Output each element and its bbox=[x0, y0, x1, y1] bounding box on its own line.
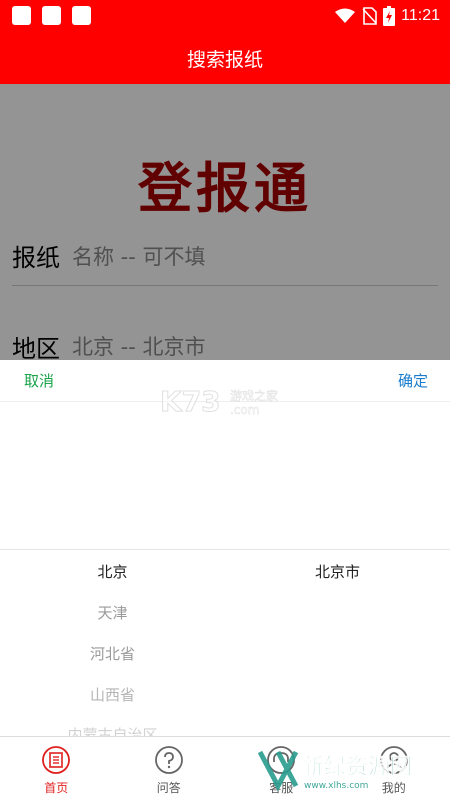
tab-label: 问答 bbox=[156, 781, 181, 795]
watermark-domain: www.xlhs.com bbox=[304, 781, 368, 791]
province-option[interactable]: 山西省 bbox=[0, 684, 225, 705]
battery-charging-icon bbox=[383, 6, 396, 26]
svg-text:K73: K73 bbox=[160, 385, 221, 418]
province-option[interactable]: 天津 bbox=[0, 602, 225, 623]
tab-label: 首页 bbox=[44, 781, 69, 795]
province-option[interactable]: 北京 bbox=[0, 561, 225, 582]
tab-home[interactable]: 首页 bbox=[0, 737, 113, 800]
modal-backdrop[interactable] bbox=[0, 84, 450, 360]
notification-icon bbox=[12, 6, 31, 25]
tab-qa[interactable]: 问答 bbox=[113, 737, 226, 800]
notification-icon bbox=[42, 6, 61, 25]
city-option[interactable]: 北京市 bbox=[225, 561, 450, 582]
province-option[interactable]: 内蒙古自治区 bbox=[0, 724, 225, 736]
status-bar: 11:21 bbox=[0, 0, 450, 32]
province-option[interactable]: 河北省 bbox=[0, 643, 225, 664]
watermark-k73: K73 游戏之家 .com bbox=[160, 384, 300, 419]
watermark-xlhs: 新绿资源网 www.xlhs.com bbox=[256, 746, 448, 792]
watermark-text: 游戏之家 bbox=[230, 388, 278, 403]
question-icon bbox=[154, 746, 183, 774]
wifi-icon bbox=[335, 8, 356, 23]
watermark-text: 新绿资源网 bbox=[302, 754, 412, 780]
clock: 11:21 bbox=[401, 7, 440, 24]
newspaper-icon bbox=[42, 746, 71, 774]
watermark-domain: .com bbox=[230, 403, 259, 417]
no-sim-icon bbox=[362, 7, 377, 25]
page-title: 搜索报纸 bbox=[0, 32, 450, 84]
notification-icon bbox=[72, 6, 91, 25]
